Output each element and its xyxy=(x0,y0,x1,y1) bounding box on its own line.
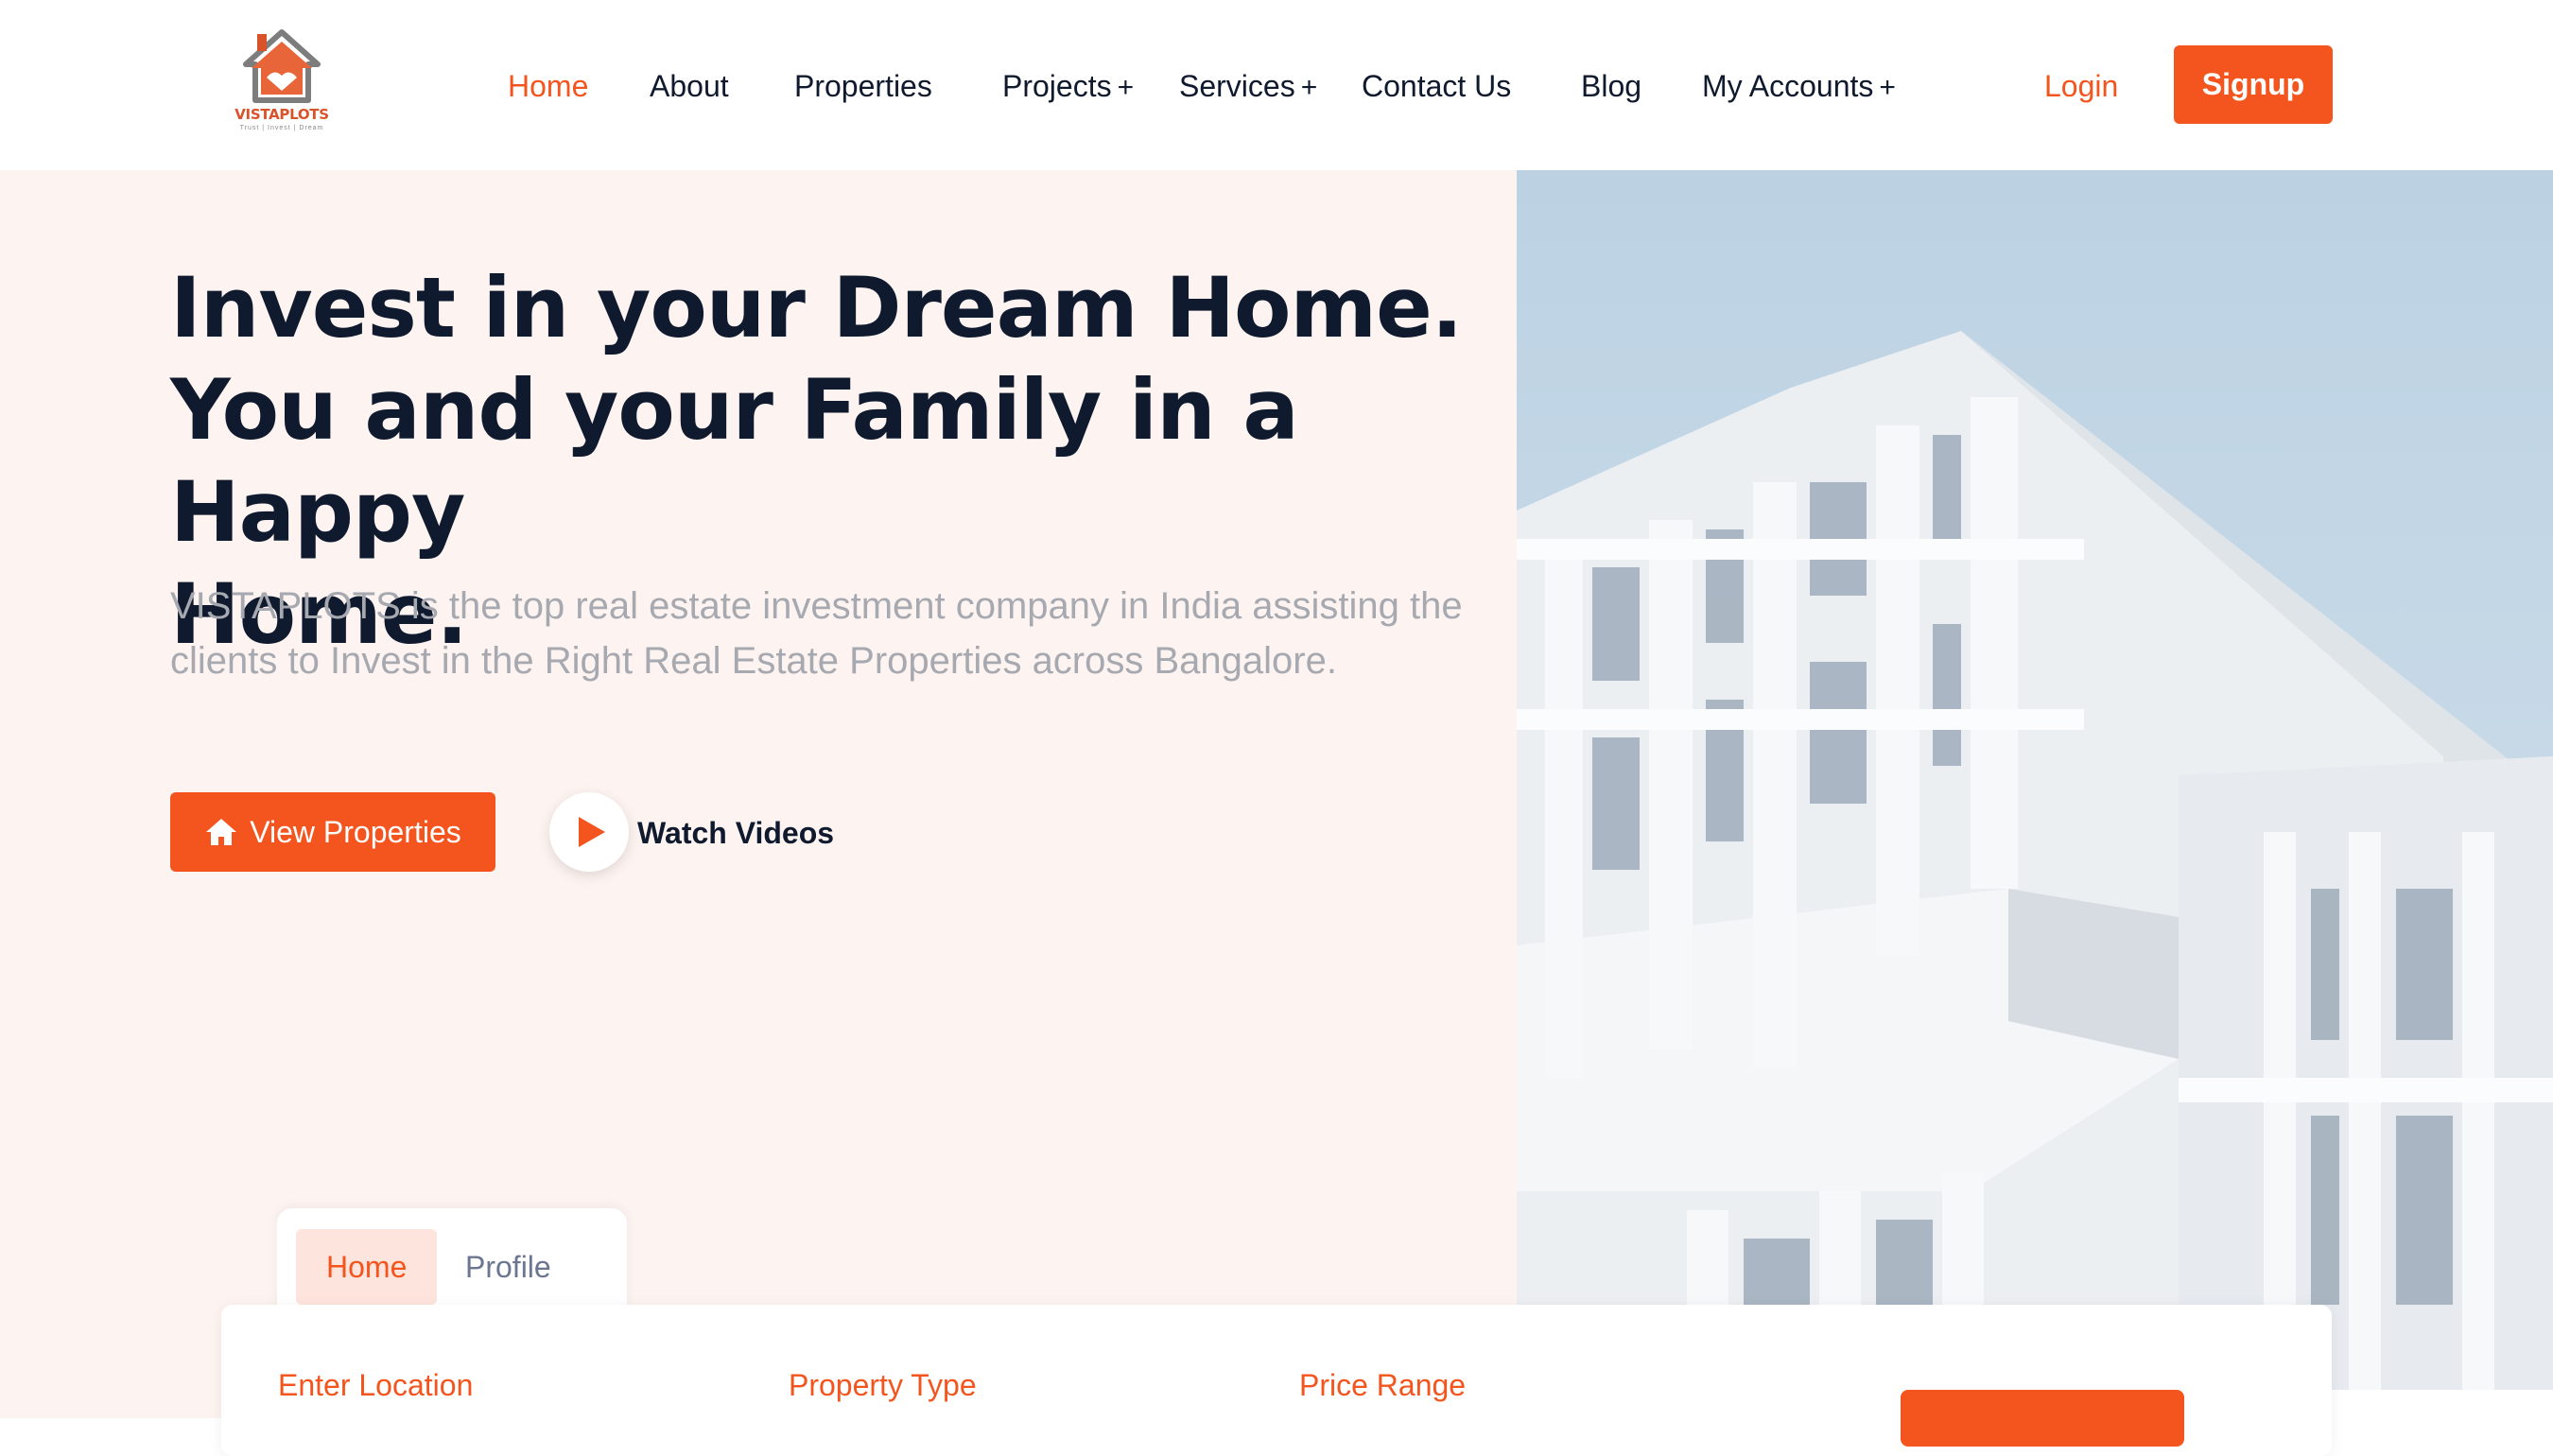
home-icon xyxy=(206,819,237,845)
nav-my-accounts[interactable]: My Accounts + xyxy=(1702,62,1896,112)
play-icon[interactable] xyxy=(549,792,629,872)
hero-description: VISTAPLOTS is the top real estate invest… xyxy=(170,585,1463,682)
plus-icon: + xyxy=(1879,72,1896,103)
tab-home[interactable]: Home xyxy=(296,1229,438,1305)
watch-videos-link[interactable]: Watch Videos xyxy=(637,809,834,857)
logo-wordmark: VISTAPLOTS xyxy=(234,106,329,123)
nav-properties[interactable]: Properties xyxy=(794,62,932,110)
plus-icon: + xyxy=(1117,72,1135,103)
price-range-field-label[interactable]: Price Range xyxy=(1299,1361,1466,1409)
nav-about[interactable]: About xyxy=(650,62,729,110)
nav-projects-label: Projects xyxy=(1002,69,1112,103)
headline-line-2: You and your Family in a Happy xyxy=(170,361,1299,561)
plus-icon: + xyxy=(1300,72,1318,103)
tab-profile[interactable]: Profile xyxy=(435,1229,582,1305)
nav-services-label: Services xyxy=(1179,69,1295,103)
nav-projects[interactable]: Projects + xyxy=(1002,62,1134,112)
building-illustration xyxy=(1517,170,2553,1390)
location-field-label[interactable]: Enter Location xyxy=(278,1361,473,1409)
nav-home[interactable]: Home xyxy=(508,62,588,110)
view-properties-label: View Properties xyxy=(250,814,461,849)
signup-button[interactable]: Signup xyxy=(2174,45,2333,124)
headline-line-1: Invest in your Dream Home. xyxy=(170,259,1463,356)
view-properties-button[interactable]: View Properties xyxy=(170,792,495,872)
logo-house-icon xyxy=(243,29,321,103)
nav-my-accounts-label: My Accounts xyxy=(1702,69,1874,103)
nav-services[interactable]: Services + xyxy=(1179,62,1317,112)
nav-blog[interactable]: Blog xyxy=(1581,62,1641,110)
nav-contact[interactable]: Contact Us xyxy=(1362,62,1511,110)
search-button[interactable] xyxy=(1901,1390,2184,1447)
login-link[interactable]: Login xyxy=(2044,62,2118,110)
property-type-field-label[interactable]: Property Type xyxy=(789,1361,977,1409)
hero-building-image xyxy=(1517,170,2553,1390)
site-logo[interactable]: VISTAPLOTS Trust | Invest | Dream xyxy=(225,28,339,137)
search-tabs: Home Profile xyxy=(277,1208,627,1312)
logo-tagline: Trust | Invest | Dream xyxy=(239,125,324,131)
site-header: VISTAPLOTS Trust | Invest | Dream Home A… xyxy=(0,0,2553,170)
